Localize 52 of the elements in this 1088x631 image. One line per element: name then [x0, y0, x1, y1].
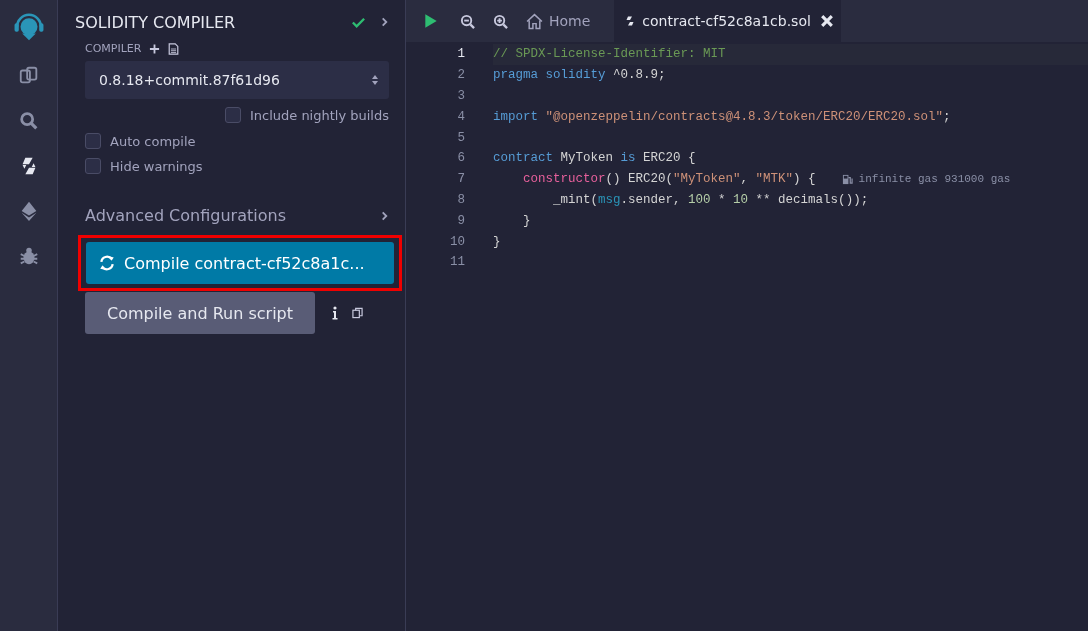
panel-title: SOLIDITY COMPILER	[75, 12, 237, 32]
line-number: 7	[456, 172, 466, 187]
chevron-right-icon[interactable]	[380, 210, 389, 221]
close-icon[interactable]	[820, 15, 833, 27]
compiler-version-select[interactable]: 0.8.18+commit.87f61d96	[85, 61, 389, 99]
code-line: contract MyToken is ERC20 {	[493, 151, 696, 166]
gas-estimate: infinite gas 931000 gas	[858, 173, 1011, 186]
editor-tab[interactable]: contract-cf52c8a1cb.sol	[614, 0, 841, 42]
checkbox-label: Auto compile	[110, 133, 196, 149]
tab-label: Home	[549, 13, 591, 29]
sort-icon	[371, 74, 379, 86]
line-number: 9	[456, 213, 466, 228]
code-line: pragma solidity ^0.8.9;	[493, 68, 666, 83]
code-line: // SPDX-License-Identifier: MIT	[493, 47, 726, 62]
checkbox-label: Hide warnings	[110, 158, 203, 174]
bug-icon[interactable]	[17, 245, 40, 267]
compiler-label: COMPILER	[85, 42, 142, 55]
home-icon	[526, 12, 543, 30]
code-line: }	[493, 234, 501, 249]
document-icon[interactable]	[168, 42, 180, 55]
info-icon[interactable]	[332, 306, 338, 320]
code-line: }	[522, 213, 531, 228]
line-number: 3	[456, 89, 466, 103]
copy-icon[interactable]	[352, 307, 363, 319]
checkbox-label: Include nightly builds	[249, 107, 389, 123]
code-line: _mint(msg.sender, 100 * 10 ** decimals());	[552, 192, 869, 207]
zoom-in-icon[interactable]	[493, 13, 508, 29]
editor-tab[interactable]: Home	[526, 0, 615, 42]
compile-and-run-button[interactable]: Compile and Run script	[85, 292, 315, 334]
search-icon[interactable]	[17, 110, 40, 132]
gas-pump-icon	[841, 173, 853, 185]
play-icon[interactable]	[424, 13, 438, 29]
chevron-right-icon[interactable]	[380, 17, 389, 27]
code-line: constructor() ERC20("MyToken", "MTK") {	[522, 172, 816, 187]
line-number: 6	[456, 151, 466, 166]
line-number: 8	[456, 192, 466, 207]
sync-icon	[98, 254, 116, 272]
line-number: 10	[449, 234, 466, 249]
code-line: import "@openzeppelin/contracts@4.8.3/token/ERC20/ERC20.sol";	[493, 109, 951, 124]
checkbox[interactable]	[224, 107, 241, 123]
compile-button[interactable]: Compile contract-cf52c8a1c...	[86, 242, 394, 284]
line-number: 4	[456, 109, 466, 124]
plus-icon[interactable]	[149, 42, 161, 55]
checkbox[interactable]	[85, 133, 101, 149]
checkbox[interactable]	[85, 158, 101, 174]
line-number: 5	[456, 130, 466, 145]
line-number: 1	[456, 47, 466, 62]
tab-label: contract-cf52c8a1cb.sol	[642, 13, 811, 29]
zoom-out-icon[interactable]	[460, 13, 475, 29]
line-number: 11	[449, 255, 466, 270]
advanced-configurations-toggle[interactable]: Advanced Configurations	[85, 206, 286, 225]
line-number: 2	[456, 68, 466, 83]
